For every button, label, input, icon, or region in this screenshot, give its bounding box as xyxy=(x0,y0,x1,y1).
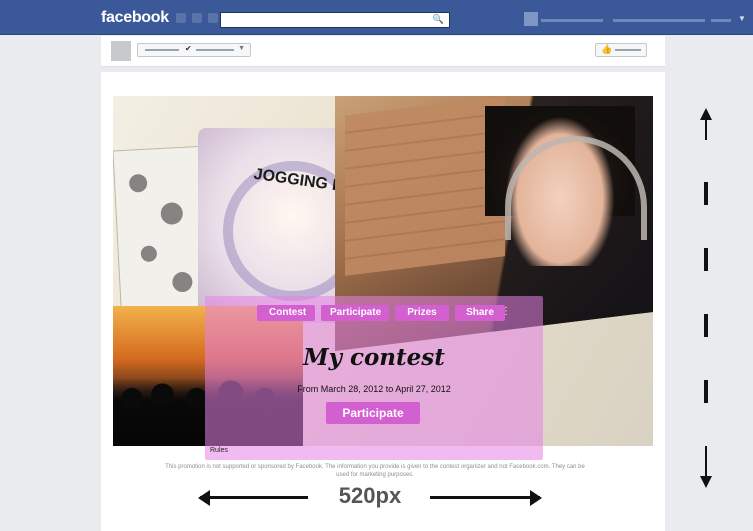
participate-button[interactable]: Participate xyxy=(326,402,420,424)
arrow-up-icon xyxy=(700,108,712,120)
width-label: 520px xyxy=(338,483,402,508)
messages-icon[interactable] xyxy=(192,13,202,23)
dropdown-label-placeholder-2 xyxy=(196,49,234,51)
rules-link[interactable]: Rules xyxy=(210,447,228,454)
page-header-card: ✔ ▼ 👍 xyxy=(101,36,665,67)
search-input[interactable]: 🔍 xyxy=(220,12,450,28)
arrow-down-icon xyxy=(700,476,712,488)
tab-share[interactable]: Share xyxy=(455,305,505,321)
contest-tabs: Contest Participate Prizes Share xyxy=(257,305,505,321)
contest-disclaimer: This promotion is not supported or spons… xyxy=(165,464,585,478)
nav-profile-link[interactable] xyxy=(541,19,603,22)
profile-avatar[interactable] xyxy=(524,12,538,26)
tab-participate[interactable]: Participate xyxy=(321,305,389,321)
height-dash xyxy=(704,248,708,271)
nav-settings-link[interactable] xyxy=(711,19,731,22)
contest-dates: From March 28, 2012 to April 27, 2012 xyxy=(297,384,451,394)
search-icon[interactable]: 🔍 xyxy=(433,14,444,25)
contest-title: My contest xyxy=(303,344,445,371)
arrow-right-icon xyxy=(530,490,542,506)
nav-home-link[interactable] xyxy=(613,19,705,22)
art-brick-wall xyxy=(345,96,505,276)
page-thumbnail[interactable] xyxy=(111,41,131,61)
height-dash xyxy=(704,182,708,205)
height-stem-top xyxy=(705,120,707,140)
thumbs-up-icon: 👍 xyxy=(601,44,613,54)
friend-requests-icon[interactable] xyxy=(176,13,186,23)
topbar-jewels xyxy=(176,13,218,23)
like-label-placeholder xyxy=(615,49,641,51)
more-icon[interactable]: ⋮ xyxy=(500,305,512,321)
height-dash xyxy=(704,380,708,403)
height-annotation xyxy=(694,108,718,488)
tab-prizes[interactable]: Prizes xyxy=(395,305,449,321)
height-stem-bottom xyxy=(705,446,707,476)
dropdown-label-placeholder xyxy=(145,49,179,51)
check-icon: ✔ xyxy=(185,44,192,53)
page-tab-dropdown[interactable]: ✔ ▼ xyxy=(137,43,251,57)
notifications-icon[interactable] xyxy=(208,13,218,23)
tab-contest[interactable]: Contest xyxy=(257,305,315,321)
settings-caret-icon[interactable]: ▼ xyxy=(738,14,746,23)
height-dash xyxy=(704,314,708,337)
facebook-topbar: facebook 🔍 ▼ xyxy=(0,0,753,35)
facebook-logo[interactable]: facebook xyxy=(101,9,169,27)
width-line-right xyxy=(430,496,540,499)
width-line-left xyxy=(200,496,308,499)
width-annotation: 520px xyxy=(198,483,542,509)
like-button[interactable]: 👍 xyxy=(595,43,647,57)
chevron-down-icon: ▼ xyxy=(238,45,245,52)
